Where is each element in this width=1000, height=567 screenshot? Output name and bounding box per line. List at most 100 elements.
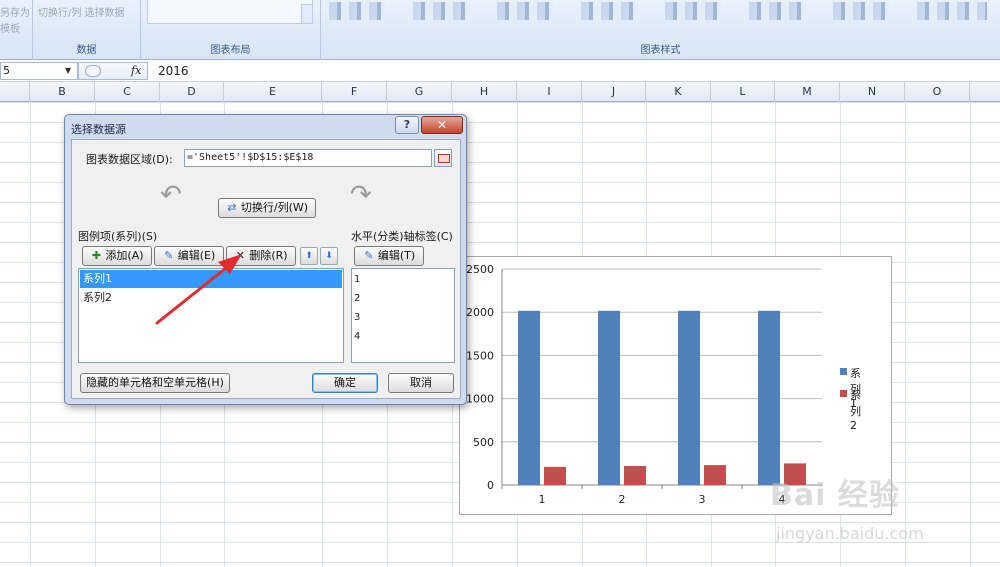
switch-button-label: 切换行/列(W) — [240, 201, 309, 214]
delete-series-button[interactable]: ✕ 删除(R) — [226, 246, 296, 266]
chart-style-thumb[interactable] — [665, 2, 721, 20]
switch-row-column-button[interactable]: ⇄ 切换行/列(W) — [218, 198, 316, 218]
ribbon-group-styles: 图表样式 — [321, 0, 1000, 60]
legend-swatch-series1 — [840, 368, 847, 375]
chart-style-thumb[interactable] — [329, 2, 385, 20]
chart-style-thumb[interactable] — [581, 2, 637, 20]
ribbon-group-data: 切换行/列 选择数据 数据 — [33, 0, 141, 60]
chart-style-thumb[interactable] — [917, 2, 987, 20]
grid-line — [905, 102, 906, 567]
y-tick-label: 500 — [473, 436, 494, 449]
layout-gallery-scroll[interactable] — [301, 4, 313, 24]
save-as-template-label[interactable]: 另存为 — [0, 4, 30, 19]
chart-style-thumb[interactable] — [749, 2, 805, 20]
chart-style-thumb[interactable] — [833, 2, 889, 20]
axis-labels-section-label: 水平(分类)轴标签(C) — [351, 230, 453, 243]
edit-series-button[interactable]: ✎ 编辑(E) — [154, 246, 224, 266]
ribbon-group-type: 另存为 模板 — [0, 0, 33, 60]
column-header[interactable]: C — [95, 82, 160, 102]
column-header[interactable]: B — [30, 82, 95, 102]
bar-1-2 — [598, 310, 620, 485]
bar-2-3 — [704, 465, 726, 485]
styles-group-label: 图表样式 — [640, 45, 681, 56]
edit-button-label: 编辑(E) — [177, 249, 216, 262]
axis-label-item[interactable]: 3 — [354, 312, 360, 323]
name-box[interactable]: 5 ▼ — [0, 62, 78, 80]
chart-style-thumb[interactable] — [413, 2, 469, 20]
formula-buttons: fx — [78, 62, 148, 80]
watermark-logo: Bai 经验 — [770, 478, 900, 513]
grid-line — [30, 102, 31, 567]
chart-range-label: 图表数据区域(D): — [86, 153, 173, 166]
column-header[interactable]: I — [517, 82, 582, 102]
name-box-value: 5 — [3, 64, 10, 77]
formula-input[interactable]: 2016 — [158, 64, 189, 78]
x-tick-label: 3 — [699, 493, 706, 506]
save-as-template-label-2[interactable]: 模板 — [0, 20, 20, 35]
axis-edit-button-label: 编辑(T) — [377, 249, 416, 262]
column-headers: B C D E F G H I J K L M N O — [0, 82, 1000, 102]
edit-axis-labels-button[interactable]: ✎ 编辑(T) — [354, 246, 424, 266]
close-icon[interactable]: ✕ — [421, 116, 463, 134]
bar-2-1 — [544, 466, 566, 485]
move-down-icon[interactable]: ⬇ — [320, 247, 338, 265]
add-button-label: 添加(A) — [105, 249, 144, 262]
chart-range-input[interactable]: ='Sheet5'!$D$15:$E$18 — [184, 149, 432, 167]
formula-cancel-icon[interactable] — [85, 65, 101, 77]
y-tick-label: 2500 — [466, 263, 494, 276]
bar-1-3 — [678, 310, 700, 485]
axis-label-item[interactable]: 2 — [354, 293, 360, 304]
column-header[interactable]: O — [905, 82, 970, 102]
help-button[interactable]: ? — [395, 116, 419, 134]
ok-button[interactable]: 确定 — [312, 373, 378, 393]
column-header[interactable]: E — [224, 82, 322, 102]
legend-swatch-series2 — [840, 390, 847, 397]
chart-style-thumb[interactable] — [497, 2, 553, 20]
insert-function-icon[interactable]: fx — [131, 64, 141, 77]
move-up-icon[interactable]: ⬆ — [300, 247, 318, 265]
y-tick-label: 0 — [487, 479, 494, 492]
column-header-partial[interactable] — [970, 82, 1000, 102]
column-header[interactable]: J — [582, 82, 646, 102]
switch-select-data-buttons[interactable]: 切换行/列 选择数据 — [38, 4, 125, 19]
edit-icon: ✎ — [364, 249, 374, 262]
column-header[interactable]: M — [775, 82, 840, 102]
axis-label-item[interactable]: 4 — [354, 331, 360, 342]
add-series-button[interactable]: ✚ 添加(A) — [82, 246, 152, 266]
dialog-body: 图表数据区域(D): ='Sheet5'!$D$15:$E$18 ↶ ⇄ 切换行/… — [71, 139, 461, 399]
legend-label: 系列2 — [850, 389, 861, 432]
column-header[interactable]: K — [646, 82, 711, 102]
x-tick-label: 2 — [619, 493, 626, 506]
axis-label-item[interactable]: 1 — [354, 274, 360, 285]
collapse-range-icon[interactable] — [434, 149, 452, 167]
curved-arrow-left-icon: ↶ — [160, 180, 182, 210]
y-tick-label: 1000 — [466, 393, 494, 406]
series-item-2[interactable]: 系列2 — [80, 289, 342, 307]
column-header[interactable]: G — [387, 82, 452, 102]
layout-group-label: 图表布局 — [210, 45, 251, 56]
chevron-down-icon[interactable]: ▼ — [65, 63, 71, 79]
curved-arrow-right-icon: ↷ — [350, 180, 372, 210]
axis-labels-list[interactable]: 1 2 3 4 — [351, 268, 455, 363]
series-list[interactable]: 系列1 系列2 — [78, 268, 344, 363]
watermark-url: jingyan.baidu.com — [776, 524, 924, 543]
delete-icon: ✕ — [235, 249, 245, 262]
formula-bar: 5 ▼ fx — [0, 60, 1000, 82]
grid-line — [970, 102, 971, 567]
x-tick-label: 1 — [539, 493, 546, 506]
hidden-empty-cells-button[interactable]: 隐藏的单元格和空单元格(H) — [80, 373, 230, 393]
column-header-a[interactable] — [0, 82, 30, 102]
column-header[interactable]: F — [322, 82, 387, 102]
ribbon: 另存为 模板 切换行/列 选择数据 数据 图表布局 图表样式 — [0, 0, 1000, 60]
column-header[interactable]: L — [711, 82, 775, 102]
bar-1-4 — [758, 310, 780, 485]
select-data-source-dialog: 选择数据源 ? ✕ 图表数据区域(D): ='Sheet5'!$D$15:$E$… — [64, 114, 467, 405]
series-item-1[interactable]: 系列1 — [80, 270, 342, 288]
cancel-button[interactable]: 取消 — [388, 373, 454, 393]
column-header[interactable]: H — [452, 82, 517, 102]
bar-1-1 — [518, 310, 540, 485]
add-icon: ✚ — [91, 249, 102, 262]
column-header[interactable]: N — [840, 82, 905, 102]
chart-layout-gallery[interactable] — [147, 0, 313, 24]
column-header[interactable]: D — [160, 82, 224, 102]
